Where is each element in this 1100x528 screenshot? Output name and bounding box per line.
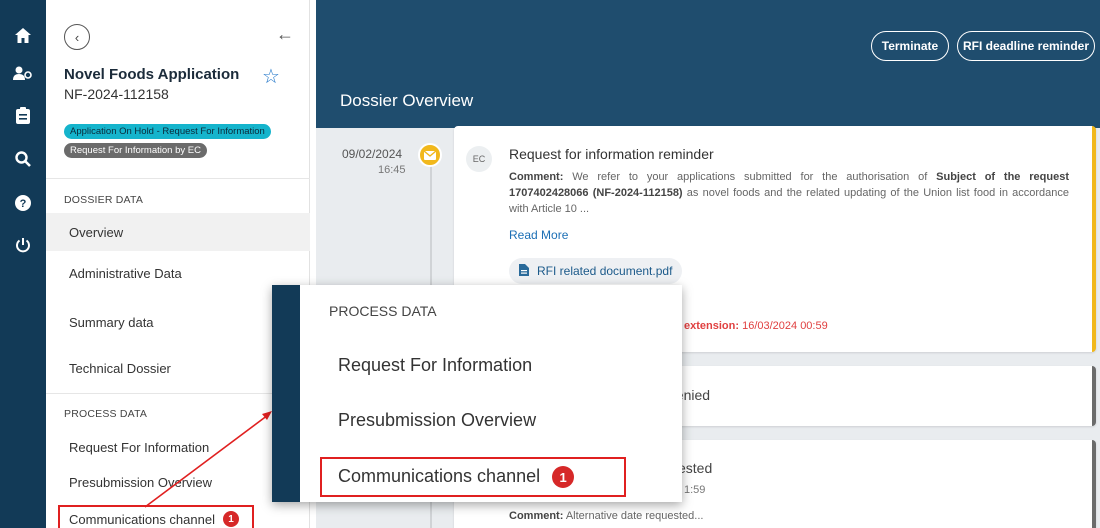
- zoom-rail-strip: [272, 285, 300, 502]
- divider: [46, 393, 310, 394]
- extension-label: extension:: [684, 320, 740, 332]
- application-title: Novel Foods Application: [64, 66, 240, 83]
- status-badge: Application On Hold - Request For Inform…: [64, 124, 271, 139]
- sidebar-item-label: Administrative Data: [69, 265, 182, 281]
- timeline-time: 16:45: [378, 164, 406, 176]
- back-button[interactable]: ‹: [64, 24, 90, 50]
- highlight-box: [58, 505, 254, 528]
- collapse-sidebar-icon[interactable]: ←: [276, 24, 294, 45]
- sidebar-item-label: Summary data: [69, 314, 154, 330]
- rfi-deadline-reminder-button[interactable]: RFI deadline reminder: [957, 31, 1095, 61]
- highlight-box: [320, 457, 626, 497]
- timeline-date: 09/02/2024: [342, 147, 403, 161]
- card-comment: Comment: Alternative date requested...: [509, 510, 703, 522]
- document-chip[interactable]: RFI related document.pdf: [509, 258, 683, 284]
- sidebar-item-label: Technical Dossier: [69, 360, 171, 376]
- mail-icon: [418, 143, 442, 167]
- favorite-star-icon[interactable]: ☆: [262, 64, 280, 89]
- extension-deadline: extension: 16/03/2024 00:59: [684, 320, 828, 332]
- comment-text: We refer to your applications submitted …: [572, 171, 928, 183]
- document-name: RFI related document.pdf: [537, 264, 673, 278]
- icon-rail: ?: [0, 0, 46, 528]
- application-id: NF-2024-112158: [64, 86, 169, 102]
- clipboard-icon[interactable]: [0, 100, 46, 130]
- rfi-badge: Request For Information by EC: [64, 143, 207, 158]
- card-title: ested: [678, 460, 713, 476]
- zoom-callout: PROCESS DATA Request For Information Pre…: [272, 285, 682, 502]
- zoom-process-data-heading: PROCESS DATA: [329, 303, 437, 319]
- comment-text: Alternative date requested...: [565, 510, 704, 522]
- sidebar-item-label: Presubmission Overview: [69, 474, 213, 490]
- dossier-data-heading: DOSSIER DATA: [64, 194, 144, 206]
- divider: [46, 178, 310, 179]
- sidebar: ‹ ← Novel Foods Application NF-2024-1121…: [46, 0, 310, 528]
- zoom-item-presubmission-overview[interactable]: Presubmission Overview: [338, 410, 536, 431]
- help-icon[interactable]: ?: [0, 188, 46, 218]
- zoom-item-request-for-information[interactable]: Request For Information: [338, 355, 532, 376]
- avatar: EC: [466, 146, 492, 172]
- extension-value: 16/03/2024 00:59: [742, 320, 828, 332]
- comment-label: Comment:: [509, 510, 564, 522]
- sidebar-item-presubmission-overview[interactable]: Presubmission Overview: [46, 463, 310, 501]
- chevron-left-icon: ‹: [74, 29, 80, 45]
- terminate-button[interactable]: Terminate: [871, 31, 949, 61]
- search-icon[interactable]: [0, 144, 46, 174]
- card-comment: Comment: We refer to your applications s…: [509, 169, 1069, 217]
- power-icon[interactable]: [0, 230, 46, 260]
- sidebar-item-technical-dossier[interactable]: Technical Dossier: [46, 349, 310, 387]
- read-more-link[interactable]: Read More: [509, 228, 568, 242]
- process-data-heading: PROCESS DATA: [64, 408, 148, 420]
- file-icon: [519, 263, 529, 279]
- card-title: Request for information reminder: [509, 146, 714, 162]
- sidebar-item-label: Request For Information: [69, 439, 210, 455]
- svg-text:?: ?: [20, 198, 27, 210]
- page-title: Dossier Overview: [340, 91, 474, 110]
- card-time: 1:59: [684, 484, 706, 496]
- home-icon[interactable]: [0, 20, 46, 50]
- sidebar-item-label: Overview: [69, 224, 124, 240]
- sidebar-item-summary-data[interactable]: Summary data: [46, 303, 310, 341]
- comment-label: Comment:: [509, 171, 564, 183]
- sidebar-item-overview[interactable]: Overview: [46, 213, 310, 251]
- sidebar-item-request-for-information[interactable]: Request For Information: [46, 428, 310, 466]
- sidebar-item-administrative-data[interactable]: Administrative Data: [46, 254, 310, 292]
- users-icon[interactable]: [0, 58, 46, 88]
